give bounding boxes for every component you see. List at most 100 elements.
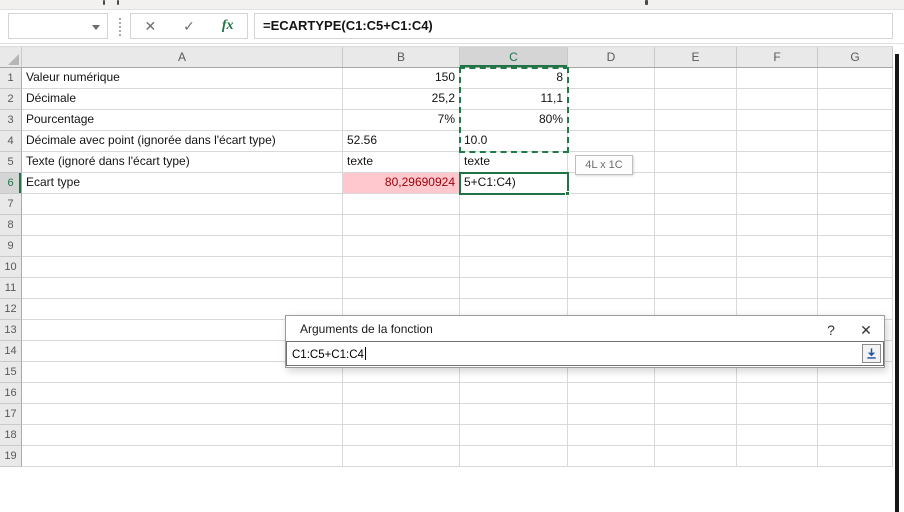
- cell-D9[interactable]: [568, 236, 655, 257]
- cell-A17[interactable]: [22, 404, 343, 425]
- cell-B11[interactable]: [343, 278, 460, 299]
- cell-C11[interactable]: [460, 278, 568, 299]
- column-header-e[interactable]: E: [655, 47, 737, 67]
- cell-C18[interactable]: [460, 425, 568, 446]
- cell-D18[interactable]: [568, 425, 655, 446]
- cell-A5[interactable]: Texte (ignoré dans l'écart type): [22, 152, 343, 173]
- cell-C17[interactable]: [460, 404, 568, 425]
- cell-C4[interactable]: 10.0: [460, 131, 568, 152]
- formula-input[interactable]: =ECARTYPE(C1:C5+C1:C4): [254, 13, 893, 39]
- cell-E16[interactable]: [655, 383, 737, 404]
- row-header-12[interactable]: 12: [0, 299, 22, 320]
- cell-B3[interactable]: 7%: [343, 110, 460, 131]
- select-all-button[interactable]: [0, 47, 22, 67]
- cell-G1[interactable]: [818, 68, 893, 89]
- cell-E17[interactable]: [655, 404, 737, 425]
- cell-A1[interactable]: Valeur numérique: [22, 68, 343, 89]
- row-header-10[interactable]: 10: [0, 257, 22, 278]
- cell-G17[interactable]: [818, 404, 893, 425]
- cell-C16[interactable]: [460, 383, 568, 404]
- cell-C3[interactable]: 80%: [460, 110, 568, 131]
- cell-C1[interactable]: 8: [460, 68, 568, 89]
- cell-D19[interactable]: [568, 446, 655, 467]
- cell-G5[interactable]: [818, 152, 893, 173]
- cell-G6[interactable]: [818, 173, 893, 194]
- column-header-b[interactable]: B: [343, 47, 460, 67]
- cell-C5[interactable]: texte: [460, 152, 568, 173]
- row-header-19[interactable]: 19: [0, 446, 22, 467]
- cell-D3[interactable]: [568, 110, 655, 131]
- cell-A2[interactable]: Décimale: [22, 89, 343, 110]
- row-header-14[interactable]: 14: [0, 341, 22, 362]
- cell-F7[interactable]: [737, 194, 818, 215]
- cell-A19[interactable]: [22, 446, 343, 467]
- row-header-1[interactable]: 1: [0, 68, 22, 89]
- cell-E18[interactable]: [655, 425, 737, 446]
- cell-F3[interactable]: [737, 110, 818, 131]
- cell-D17[interactable]: [568, 404, 655, 425]
- cell-A9[interactable]: [22, 236, 343, 257]
- cell-E19[interactable]: [655, 446, 737, 467]
- cell-D11[interactable]: [568, 278, 655, 299]
- row-header-2[interactable]: 2: [0, 89, 22, 110]
- cell-B2[interactable]: 25,2: [343, 89, 460, 110]
- cell-G11[interactable]: [818, 278, 893, 299]
- cell-B6[interactable]: 80,29690924: [343, 173, 460, 194]
- cell-D7[interactable]: [568, 194, 655, 215]
- cell-F1[interactable]: [737, 68, 818, 89]
- cell-D1[interactable]: [568, 68, 655, 89]
- cell-B1[interactable]: 150: [343, 68, 460, 89]
- cell-E1[interactable]: [655, 68, 737, 89]
- cell-C19[interactable]: [460, 446, 568, 467]
- cell-C7[interactable]: [460, 194, 568, 215]
- cell-B10[interactable]: [343, 257, 460, 278]
- close-icon[interactable]: ✕: [854, 320, 878, 340]
- column-header-g[interactable]: G: [818, 47, 893, 67]
- cell-D4[interactable]: [568, 131, 655, 152]
- cell-B7[interactable]: [343, 194, 460, 215]
- cell-C9[interactable]: [460, 236, 568, 257]
- cell-E5[interactable]: [655, 152, 737, 173]
- cell-G9[interactable]: [818, 236, 893, 257]
- cell-E8[interactable]: [655, 215, 737, 236]
- cell-B17[interactable]: [343, 404, 460, 425]
- cancel-icon[interactable]: ✕: [144, 18, 156, 35]
- cell-E7[interactable]: [655, 194, 737, 215]
- cell-A3[interactable]: Pourcentage: [22, 110, 343, 131]
- row-header-18[interactable]: 18: [0, 425, 22, 446]
- cell-F16[interactable]: [737, 383, 818, 404]
- cell-B16[interactable]: [343, 383, 460, 404]
- cell-E6[interactable]: [655, 173, 737, 194]
- insert-function-icon[interactable]: fx: [222, 18, 234, 34]
- cell-G19[interactable]: [818, 446, 893, 467]
- cell-G2[interactable]: [818, 89, 893, 110]
- cell-G7[interactable]: [818, 194, 893, 215]
- collapse-dialog-button[interactable]: [862, 344, 881, 363]
- column-header-c[interactable]: C: [460, 47, 568, 67]
- row-header-8[interactable]: 8: [0, 215, 22, 236]
- cell-E10[interactable]: [655, 257, 737, 278]
- cell-D10[interactable]: [568, 257, 655, 278]
- column-header-a[interactable]: A: [22, 47, 343, 67]
- cell-D2[interactable]: [568, 89, 655, 110]
- cell-D6[interactable]: [568, 173, 655, 194]
- cell-C10[interactable]: [460, 257, 568, 278]
- cell-A4[interactable]: Décimale avec point (ignorée dans l'écar…: [22, 131, 343, 152]
- cell-F19[interactable]: [737, 446, 818, 467]
- help-button[interactable]: ?: [820, 320, 842, 340]
- row-header-17[interactable]: 17: [0, 404, 22, 425]
- cell-G3[interactable]: [818, 110, 893, 131]
- cell-F10[interactable]: [737, 257, 818, 278]
- dialog-title-bar[interactable]: Arguments de la fonction ? ✕: [286, 316, 884, 342]
- cell-G4[interactable]: [818, 131, 893, 152]
- cell-D16[interactable]: [568, 383, 655, 404]
- row-header-15[interactable]: 15: [0, 362, 22, 383]
- cell-F2[interactable]: [737, 89, 818, 110]
- cell-B5[interactable]: texte: [343, 152, 460, 173]
- cell-A8[interactable]: [22, 215, 343, 236]
- cell-C2[interactable]: 11,1: [460, 89, 568, 110]
- cell-B19[interactable]: [343, 446, 460, 467]
- row-header-3[interactable]: 3: [0, 110, 22, 131]
- cell-A11[interactable]: [22, 278, 343, 299]
- row-header-5[interactable]: 5: [0, 152, 22, 173]
